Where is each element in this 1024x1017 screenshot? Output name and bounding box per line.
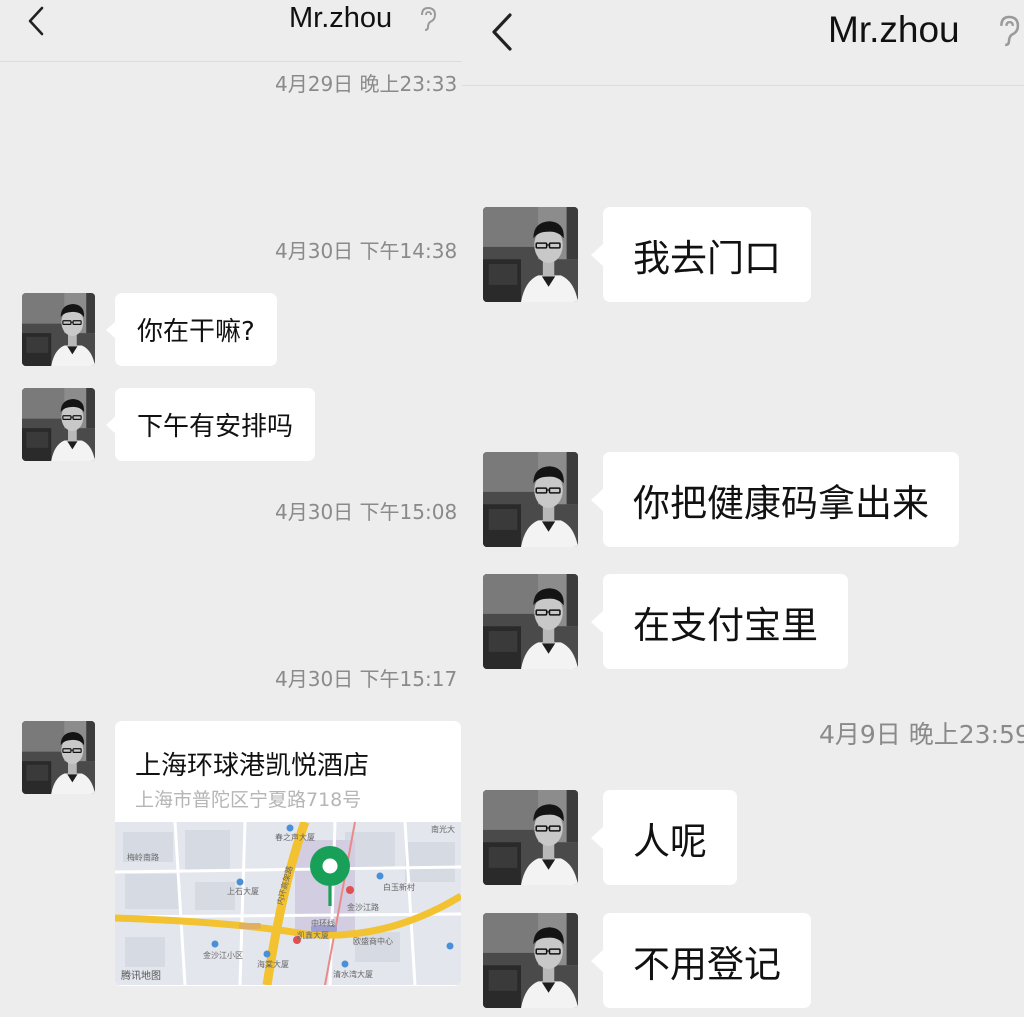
chat-header: Mr.zhou bbox=[462, 0, 1024, 86]
message-bubble[interactable]: 在支付宝里 bbox=[591, 574, 848, 669]
map-label: 清水湾大厦 bbox=[333, 970, 373, 979]
map-label: 海棠大厦 bbox=[257, 960, 289, 969]
chat-panel-left: Mr.zhou 4月29日 晚上23:33 4月30日 下午14:38 你在干嘛… bbox=[0, 0, 462, 1017]
message-bubble[interactable]: 我去门口 bbox=[591, 207, 811, 302]
avatar[interactable] bbox=[22, 721, 95, 794]
avatar[interactable] bbox=[483, 790, 578, 885]
location-card[interactable]: 上海环球港凯悦酒店 上海市普陀区宁夏路718号 春之声大厦 上石大厦 白玉新村 … bbox=[115, 721, 461, 986]
message-bubble[interactable]: 人呢 bbox=[591, 790, 737, 885]
location-map[interactable]: 春之声大厦 上石大厦 白玉新村 金沙江路 金沙江小区 海棠大厦 凯鑫大厦 欧盛商… bbox=[115, 822, 461, 985]
timestamp: 4月30日 下午14:38 bbox=[275, 239, 458, 263]
chat-header: Mr.zhou bbox=[0, 0, 462, 62]
timestamp: 4月30日 下午15:17 bbox=[275, 667, 458, 691]
map-label: 南光大 bbox=[431, 825, 455, 834]
map-label: 白玉新村 bbox=[383, 883, 415, 892]
map-label: 中环线 bbox=[311, 919, 335, 928]
map-label: 凯鑫大厦 bbox=[297, 931, 329, 940]
ear-icon[interactable] bbox=[995, 14, 1023, 52]
message-text: 你把健康码拿出来 bbox=[633, 481, 929, 525]
timestamp: 4月30日 下午15:08 bbox=[275, 500, 458, 524]
avatar[interactable] bbox=[483, 913, 578, 1008]
message-text: 在支付宝里 bbox=[633, 603, 818, 647]
map-label: 梅岭南路 bbox=[127, 853, 159, 862]
ear-icon[interactable] bbox=[417, 6, 439, 36]
location-address: 上海市普陀区宁夏路718号 bbox=[135, 789, 362, 811]
avatar[interactable] bbox=[483, 452, 578, 547]
message-text: 你在干嘛? bbox=[137, 317, 255, 347]
timestamp: 4月29日 晚上23:33 bbox=[275, 72, 458, 96]
location-name: 上海环球港凯悦酒店 bbox=[135, 751, 370, 781]
avatar[interactable] bbox=[22, 293, 95, 366]
chat-title: Mr.zhou bbox=[828, 9, 960, 50]
avatar[interactable] bbox=[483, 207, 578, 302]
chat-panel-right: Mr.zhou 我去门口 你把健康码拿出来 在支付宝里 4月9日 晚上23:59… bbox=[462, 0, 1024, 1017]
message-bubble[interactable]: 不用登记 bbox=[591, 913, 811, 1008]
message-text: 人呢 bbox=[633, 819, 707, 863]
message-text: 不用登记 bbox=[633, 942, 781, 986]
message-text: 下午有安排吗 bbox=[137, 412, 294, 442]
map-label: 上石大厦 bbox=[227, 887, 259, 896]
avatar[interactable] bbox=[22, 388, 95, 461]
message-bubble[interactable]: 你在干嘛? bbox=[106, 293, 277, 366]
timestamp: 4月9日 晚上23:59 bbox=[819, 720, 1024, 749]
message-text: 我去门口 bbox=[633, 236, 781, 280]
map-label: 金沙江路 bbox=[347, 903, 379, 912]
chevron-left-icon[interactable] bbox=[26, 6, 46, 36]
message-bubble[interactable]: 你把健康码拿出来 bbox=[591, 452, 959, 547]
map-credit: 腾讯地图 bbox=[121, 971, 161, 982]
map-label: 金沙江小区 bbox=[203, 951, 243, 960]
map-label: 欧盛商中心 bbox=[353, 937, 393, 946]
message-bubble[interactable]: 下午有安排吗 bbox=[105, 388, 316, 461]
avatar[interactable] bbox=[483, 574, 578, 669]
chevron-left-icon[interactable] bbox=[489, 12, 515, 52]
chat-title: Mr.zhou bbox=[289, 2, 393, 34]
map-label: 春之声大厦 bbox=[275, 833, 315, 842]
